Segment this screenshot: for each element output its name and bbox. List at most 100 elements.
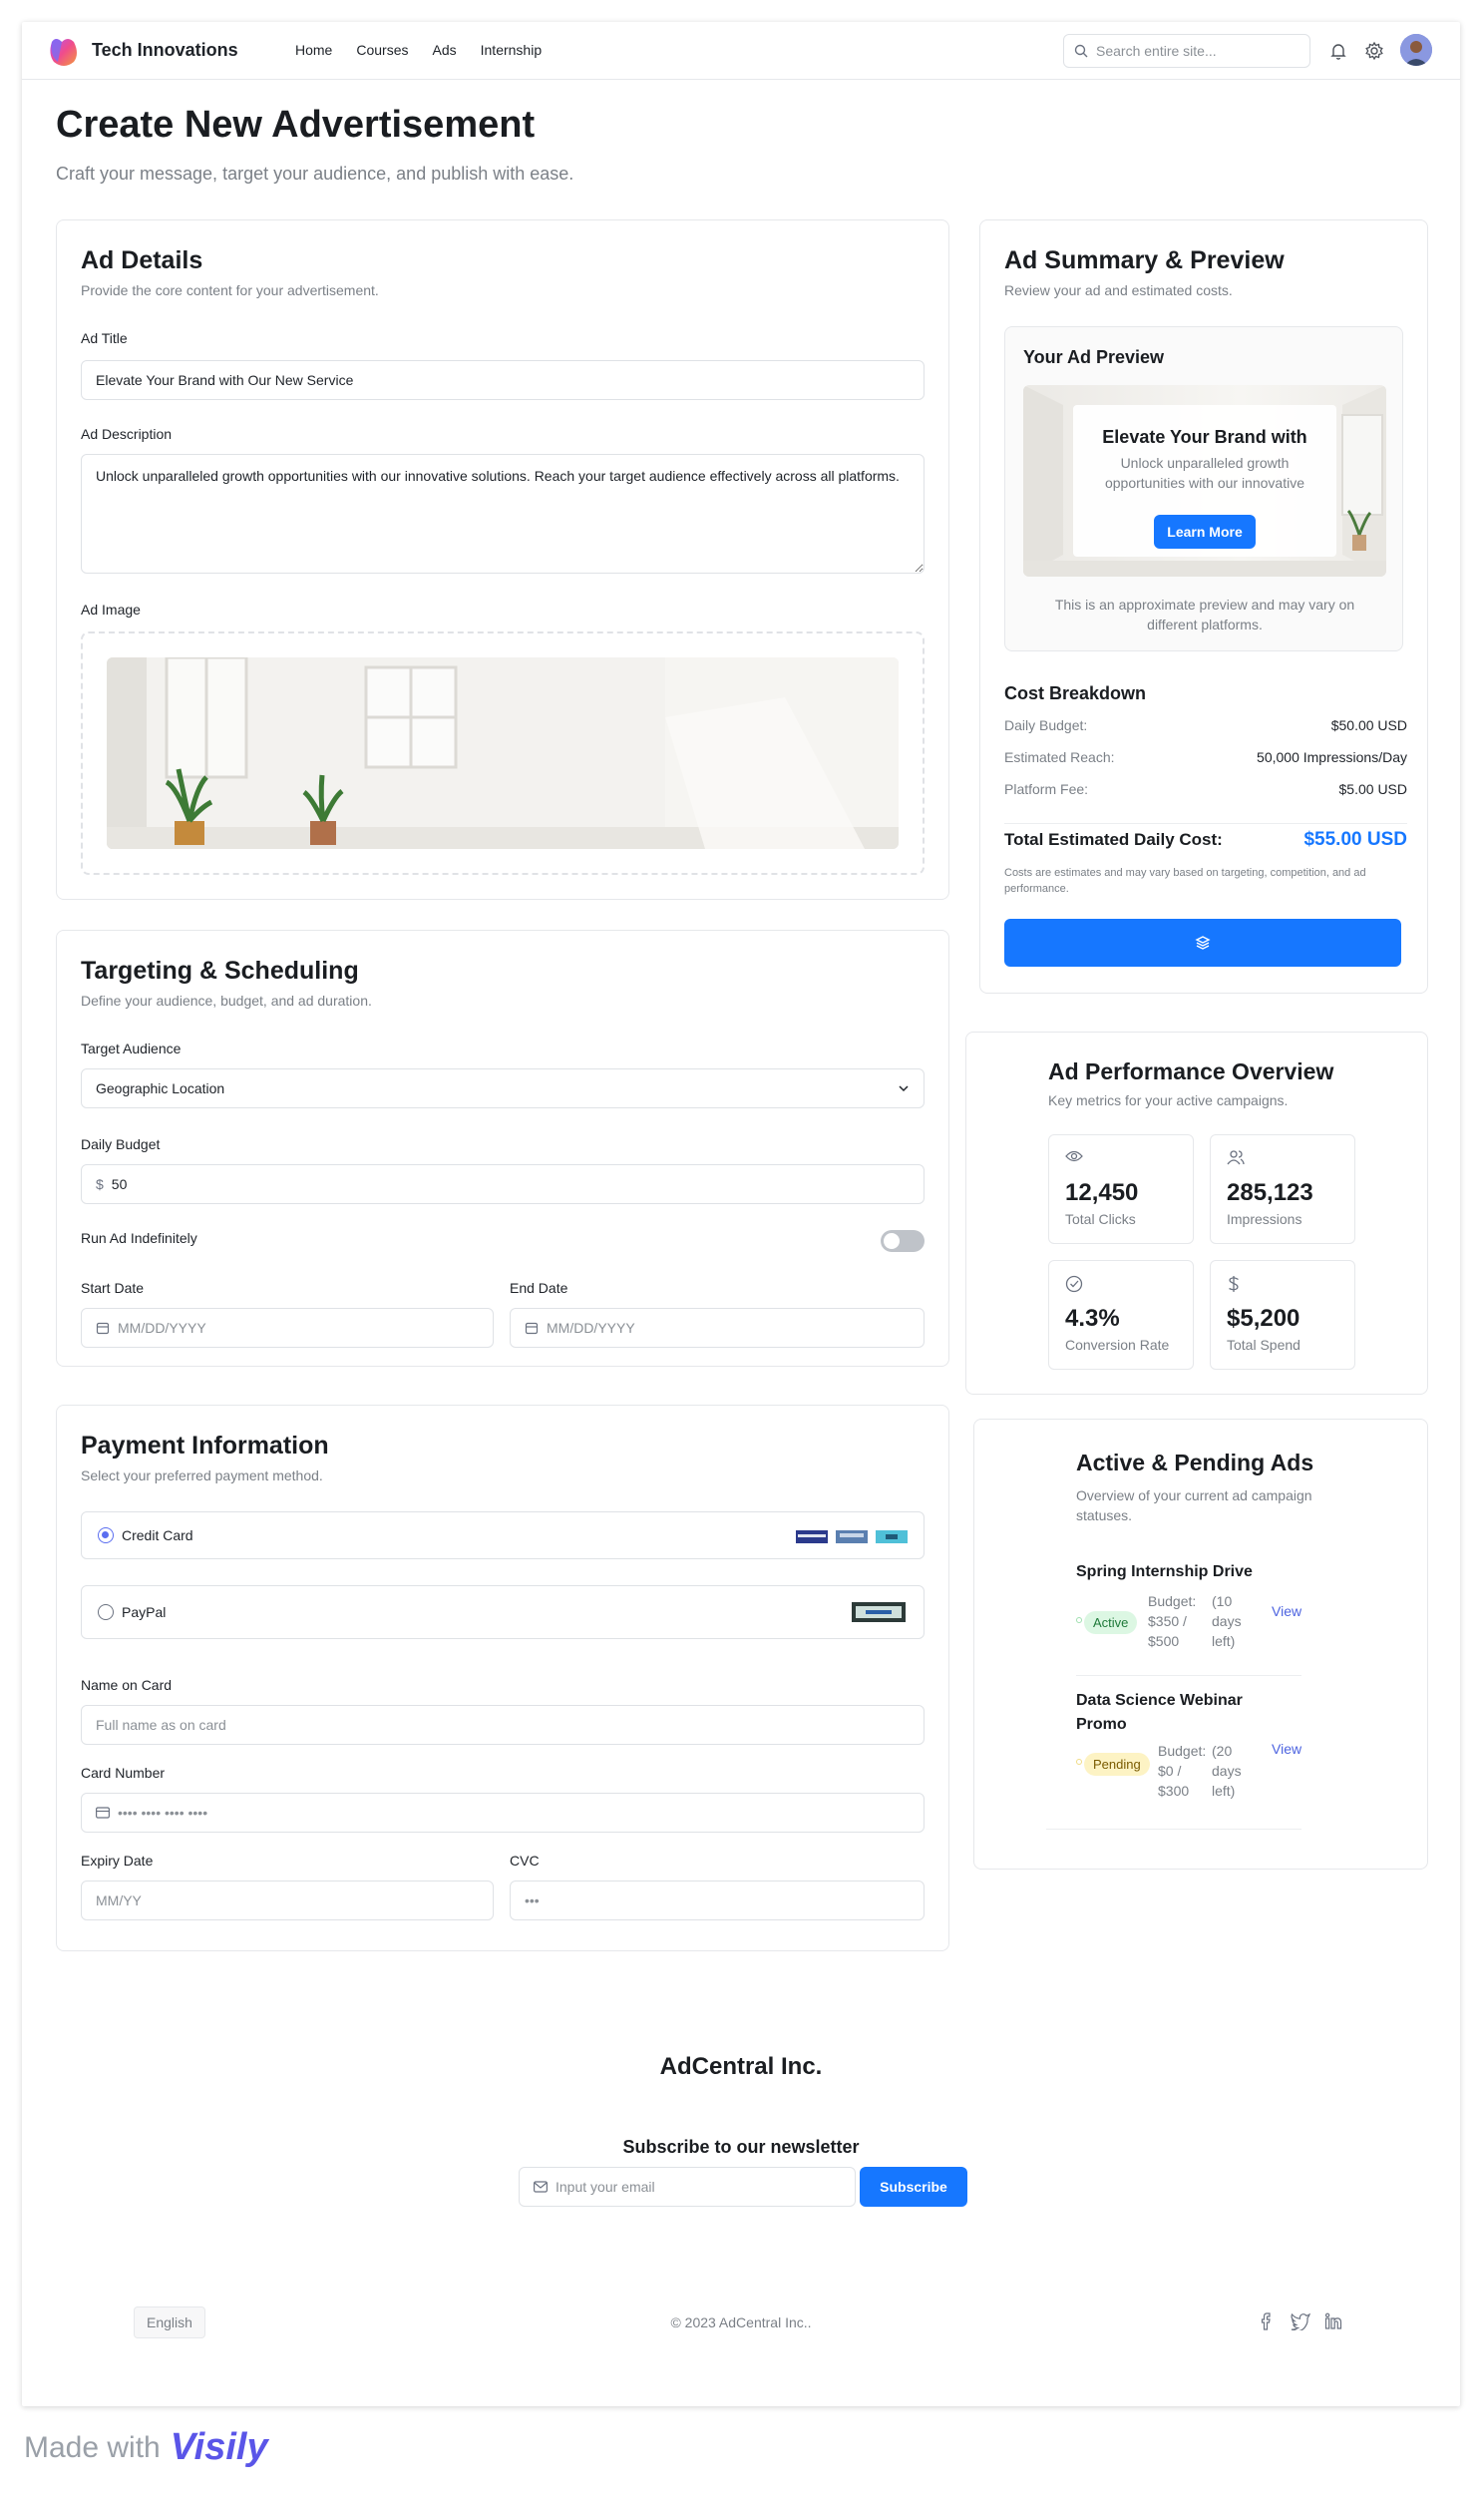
payment-option-credit-card[interactable]: Credit Card	[81, 1511, 925, 1559]
budget-input[interactable]: $ 50	[81, 1164, 925, 1204]
preview-note: This is an approximate preview and may v…	[1054, 597, 1355, 632]
cost-row-value: 50,000 Impressions/Day	[1257, 749, 1407, 765]
preview-body: Unlock unparalleled growth opportunities…	[1104, 455, 1304, 491]
brand-logo[interactable]	[46, 34, 82, 70]
nav-ads[interactable]: Ads	[433, 42, 457, 58]
newsletter-title: Subscribe to our newsletter	[622, 2137, 860, 2157]
metric-card-impressions: 285,123 Impressions	[1210, 1134, 1355, 1244]
main-nav: Home Courses Ads Internship	[295, 42, 542, 58]
payment-option-paypal[interactable]: PayPal	[81, 1585, 925, 1639]
nav-home[interactable]: Home	[295, 42, 332, 58]
card-number-label: Card Number	[81, 1765, 166, 1781]
top-header: Tech Innovations Home Courses Ads Intern…	[22, 22, 1460, 80]
cost-row-value: $5.00 USD	[1338, 781, 1407, 797]
expiry-input[interactable]: MM/YY	[81, 1881, 494, 1920]
status-dot	[1076, 1617, 1082, 1623]
card-number-input[interactable]: •••• •••• •••• ••••	[81, 1793, 925, 1833]
nav-internship[interactable]: Internship	[481, 42, 542, 58]
preview-title: Your Ad Preview	[1023, 347, 1165, 367]
twitter-icon[interactable]	[1291, 2312, 1310, 2330]
budget-label: Daily Budget	[81, 1136, 161, 1152]
end-date-placeholder: MM/DD/YYYY	[547, 1320, 635, 1336]
check-circle-icon	[1065, 1275, 1083, 1293]
metric-value: 285,123	[1227, 1179, 1313, 1206]
metric-card-clicks: 12,450 Total Clicks	[1048, 1134, 1194, 1244]
performance-subtitle: Key metrics for your active campaigns.	[1048, 1092, 1289, 1108]
chevron-down-icon	[899, 1085, 909, 1092]
audience-select[interactable]: Geographic Location	[81, 1068, 925, 1108]
summary-card: Ad Summary & Preview Review your ad and …	[979, 219, 1428, 994]
campaign-name: Spring Internship Drive	[1076, 1563, 1253, 1580]
preview-overlay: Elevate Your Brand with Unlock unparalle…	[1073, 405, 1336, 557]
publish-button[interactable]	[1004, 919, 1401, 967]
expiry-label: Expiry Date	[81, 1853, 154, 1869]
name-on-card-input[interactable]: Full name as on card	[81, 1705, 925, 1745]
end-date-input[interactable]: MM/DD/YYYY	[510, 1308, 925, 1348]
cost-row-platform-fee: Platform Fee: $5.00 USD	[1004, 781, 1407, 797]
status-badge: Active	[1084, 1611, 1138, 1634]
indefinite-label: Run Ad Indefinitely	[81, 1230, 197, 1246]
ad-description-textarea[interactable]	[81, 454, 925, 574]
budget-input-value: 50	[111, 1176, 128, 1192]
page-subtitle: Craft your message, target your audience…	[56, 164, 574, 184]
campaign-divider	[1046, 1829, 1301, 1830]
dollar-icon: $	[96, 1176, 104, 1192]
ad-image-preview	[107, 657, 899, 849]
site-search[interactable]	[1063, 34, 1310, 68]
active-ads-title: Active & Pending Ads	[1076, 1450, 1314, 1475]
cost-row-reach: Estimated Reach: 50,000 Impressions/Day	[1004, 749, 1407, 765]
indefinite-toggle[interactable]	[881, 1230, 925, 1252]
ad-details-title: Ad Details	[81, 246, 203, 274]
ad-details-subtitle: Provide the core content for your advert…	[81, 282, 379, 298]
bell-icon[interactable]	[1328, 41, 1348, 61]
preview-ad-card: Elevate Your Brand with Unlock unparalle…	[1023, 385, 1386, 577]
search-input[interactable]	[1096, 43, 1296, 59]
facebook-icon[interactable]	[1259, 2312, 1275, 2330]
brand-name[interactable]: Tech Innovations	[92, 40, 238, 61]
card-number-placeholder: •••• •••• •••• ••••	[118, 1805, 208, 1821]
campaign-view-link[interactable]: View	[1272, 1741, 1301, 1757]
credit-card-icon	[96, 1807, 110, 1819]
campaign-divider	[1076, 1675, 1301, 1676]
ad-image-dropzone[interactable]	[81, 631, 925, 875]
metric-value: $5,200	[1227, 1305, 1300, 1332]
calendar-icon	[96, 1322, 110, 1335]
status-badge: Pending	[1084, 1753, 1150, 1776]
paypal-radio[interactable]	[98, 1604, 114, 1620]
preview-learn-more-button[interactable]: Learn More	[1154, 515, 1256, 549]
gear-icon[interactable]	[1364, 41, 1384, 61]
metric-label: Conversion Rate	[1065, 1337, 1170, 1353]
nav-courses[interactable]: Courses	[356, 42, 408, 58]
newsletter-email-input[interactable]: Input your email	[519, 2167, 856, 2207]
performance-title: Ad Performance Overview	[1048, 1058, 1334, 1084]
payment-title: Payment Information	[81, 1432, 329, 1460]
user-avatar[interactable]	[1400, 34, 1432, 66]
metric-value: 12,450	[1065, 1179, 1139, 1206]
summary-subtitle: Review your ad and estimated costs.	[1004, 282, 1233, 298]
metric-card-conversion: 4.3% Conversion Rate	[1048, 1260, 1194, 1370]
cvc-input[interactable]: •••	[510, 1881, 925, 1920]
campaign-days-left: (10 days left)	[1212, 1593, 1242, 1649]
mail-icon	[534, 2181, 548, 2193]
metric-value: 4.3%	[1065, 1305, 1120, 1332]
active-ads-card: Active & Pending Ads Overview of your cu…	[973, 1419, 1428, 1870]
search-icon	[1074, 44, 1088, 58]
made-with-visily-watermark[interactable]: Made with Visily	[24, 2426, 268, 2469]
campaign-budget: Budget: $350 / $500	[1148, 1593, 1197, 1649]
credit-card-radio[interactable]	[98, 1527, 114, 1543]
cost-row-key: Daily Budget:	[1004, 717, 1088, 733]
dollar-icon	[1229, 1276, 1239, 1292]
watermark-prefix: Made with	[24, 2430, 161, 2464]
linkedin-icon[interactable]	[1324, 2312, 1342, 2330]
targeting-card: Targeting & Scheduling Define your audie…	[56, 930, 949, 1367]
visily-logo: Visily	[170, 2426, 268, 2468]
end-date-label: End Date	[510, 1280, 568, 1296]
campaign-view-link[interactable]: View	[1272, 1603, 1301, 1619]
metric-label: Total Clicks	[1065, 1211, 1136, 1227]
cost-total-row: Total Estimated Daily Cost: $55.00 USD	[1004, 829, 1407, 851]
status-dot	[1076, 1759, 1082, 1765]
start-date-input[interactable]: MM/DD/YYYY	[81, 1308, 494, 1348]
subscribe-button[interactable]: Subscribe	[860, 2167, 967, 2207]
ad-title-input[interactable]: Elevate Your Brand with Our New Service	[81, 360, 925, 400]
cvc-label: CVC	[510, 1853, 540, 1869]
